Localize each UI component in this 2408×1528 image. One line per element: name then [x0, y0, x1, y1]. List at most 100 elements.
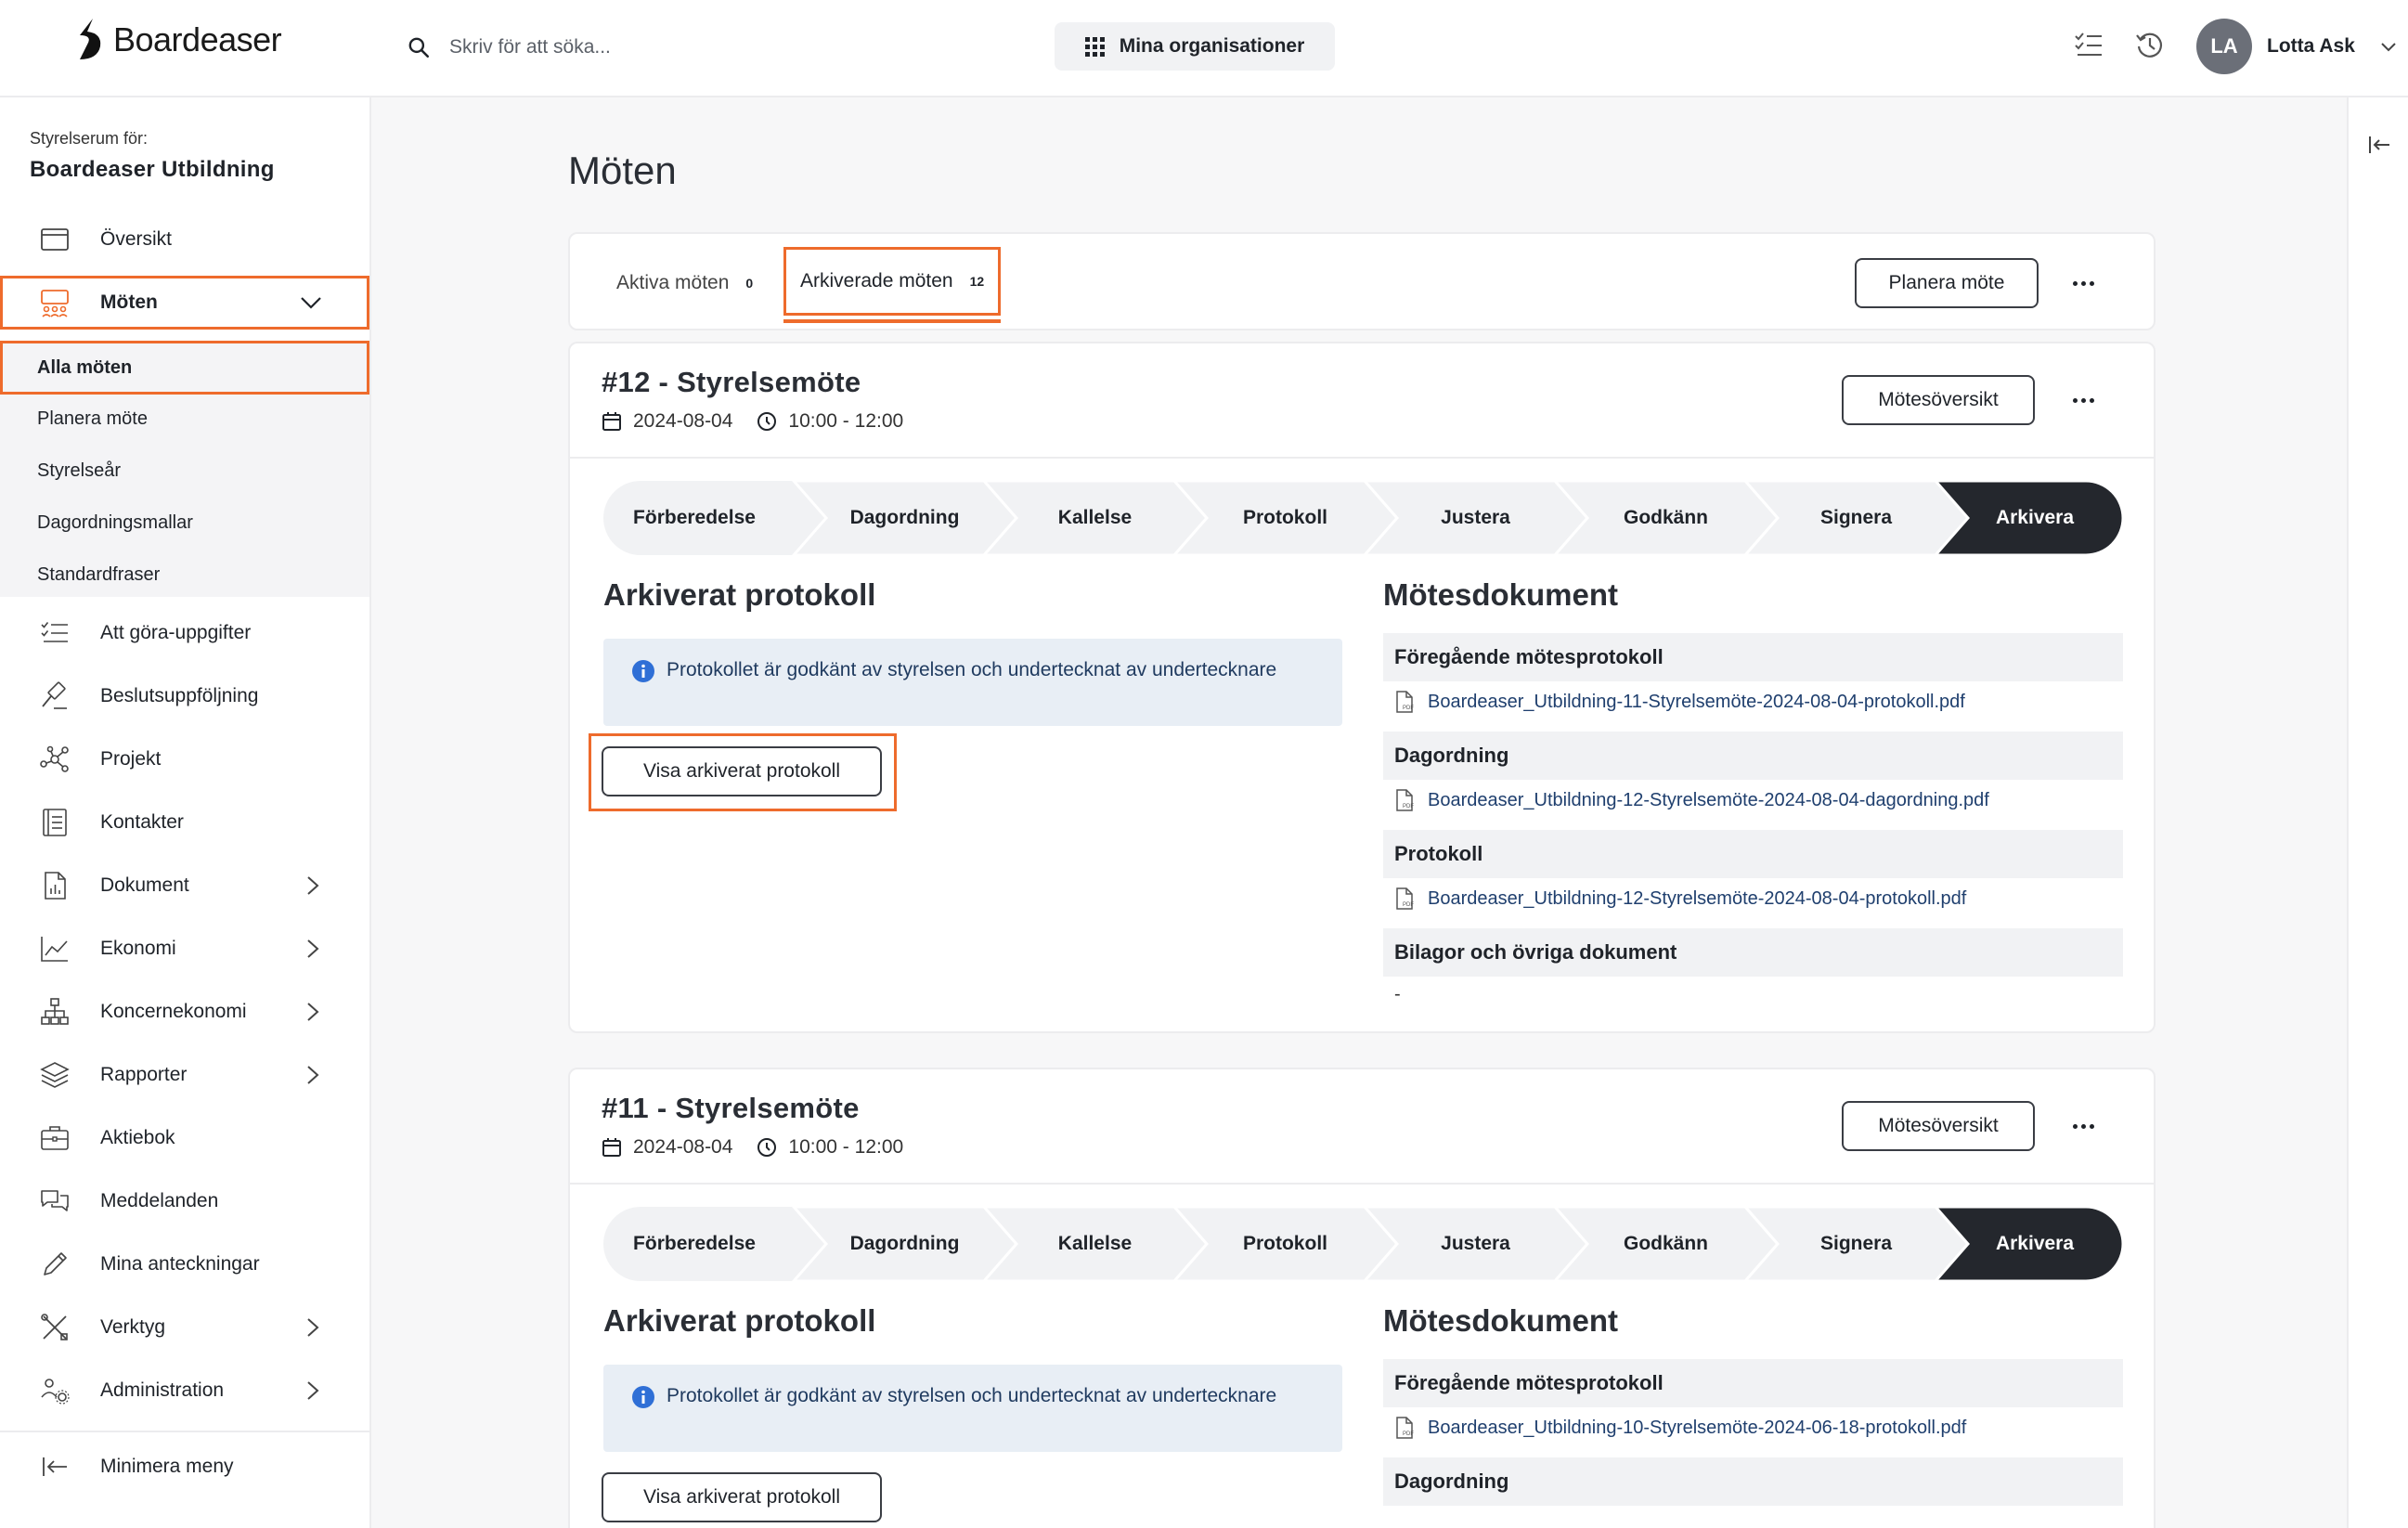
info-text: Protokollet är godkänt av styrelsen och … — [667, 1385, 1277, 1406]
network-icon — [40, 745, 69, 772]
svg-text:PDF: PDF — [1403, 804, 1414, 809]
plan-meeting-button[interactable]: Planera möte — [1855, 258, 2039, 308]
sidebar-subitem-standard-phrases[interactable]: Standardfraser — [0, 550, 369, 599]
grid-icon — [1084, 36, 1105, 57]
meeting-title: #11 - Styrelsemöte — [602, 1092, 860, 1124]
meeting-overview-button[interactable]: Mötesöversikt — [1842, 1101, 2035, 1151]
sidebar-item-finance[interactable]: Ekonomi — [0, 922, 369, 976]
user-menu[interactable]: LA Lotta Ask — [2196, 19, 2398, 74]
view-archived-protocol-button[interactable]: Visa arkiverat protokoll — [602, 1472, 882, 1522]
chevron-right-icon — [307, 1066, 319, 1084]
sidebar-item-tools[interactable]: Verktyg — [0, 1301, 369, 1354]
search-input[interactable] — [449, 36, 913, 58]
meeting-time: 10:00 - 12:00 — [788, 1136, 904, 1158]
sidebar-subitem-board-year[interactable]: Styrelseår — [0, 447, 369, 495]
sidebar-item-notes[interactable]: Mina anteckningar — [0, 1237, 369, 1291]
info-icon — [632, 660, 654, 682]
sidebar-subitem-plan-meeting[interactable]: Planera möte — [0, 395, 369, 443]
info-text: Protokollet är godkänt av styrelsen och … — [667, 659, 1277, 680]
step-sign[interactable]: Signera — [1761, 481, 1951, 555]
sidebar-item-projects[interactable]: Projekt — [0, 732, 369, 786]
sidebar-item-label: Projekt — [100, 748, 162, 770]
sidebar-item-label: Ekonomi — [100, 938, 176, 959]
pencil-icon — [44, 1252, 67, 1275]
sidebar-item-label: Beslutsuppföljning — [100, 685, 259, 706]
chevron-right-icon — [307, 876, 319, 895]
step-minutes[interactable]: Protokoll — [1190, 1207, 1380, 1281]
sidebar-item-administration[interactable]: Administration — [0, 1364, 369, 1418]
sidebar-item-contacts[interactable]: Kontakter — [0, 796, 369, 849]
sidebar-item-documents[interactable]: Dokument — [0, 859, 369, 913]
step-adjust[interactable]: Justera — [1380, 481, 1571, 555]
sidebar-item-label: Översikt — [100, 228, 173, 250]
collapse-left-icon — [43, 1457, 67, 1476]
search-icon — [408, 37, 430, 58]
tab-active-meetings[interactable]: Aktiva möten 0 — [616, 251, 753, 316]
tab-archived-meetings[interactable]: Arkiverade möten 12 — [783, 247, 1002, 323]
pdf-file-icon: PDF — [1396, 1417, 1414, 1439]
calendar-icon — [602, 1138, 621, 1157]
doc-link[interactable]: PDF Boardeaser_Utbildning-12-Styrelsemöt… — [1394, 789, 1989, 811]
meeting-progress-steps: Förberedelse Dagordning Kallelse Protoko… — [603, 1207, 2123, 1281]
sidebar-item-decisions[interactable]: Beslutsuppföljning — [0, 669, 369, 723]
my-organizations-label: Mina organisationer — [1119, 35, 1305, 57]
sidebar-item-reports[interactable]: Rapporter — [0, 1048, 369, 1102]
doc-link[interactable]: PDF Boardeaser_Utbildning-11-Styrelsemöt… — [1394, 691, 1965, 713]
sidebar-item-share-register[interactable]: Aktiebok — [0, 1111, 369, 1165]
chevron-right-icon — [307, 1003, 319, 1021]
sidebar-item-meetings[interactable]: Möten — [0, 276, 369, 330]
doc-section-previous-minutes: Föregående mötesprotokoll — [1383, 1359, 2123, 1407]
meeting-overview-button[interactable]: Mötesöversikt — [1842, 375, 2035, 425]
minimize-menu-button[interactable]: Minimera meny — [0, 1440, 369, 1494]
sidebar-item-group-finance[interactable]: Koncernekonomi — [0, 985, 369, 1039]
chat-bubbles-icon — [41, 1190, 69, 1211]
step-sign[interactable]: Signera — [1761, 1207, 1951, 1281]
chevron-right-icon — [307, 1381, 319, 1400]
view-protocol-highlight: Visa arkiverat protokoll — [589, 733, 897, 811]
tools-icon — [41, 1314, 68, 1340]
doc-link[interactable]: PDF Boardeaser_Utbildning-12-Styrelsemöt… — [1394, 887, 1966, 910]
step-agenda[interactable]: Dagordning — [809, 481, 1000, 555]
doc-section-minutes: Protokoll — [1383, 830, 2123, 878]
step-agenda[interactable]: Dagordning — [809, 1207, 1000, 1281]
step-archive[interactable]: Arkivera — [1951, 1207, 2118, 1281]
sidebar-item-tasks[interactable]: Att göra-uppgifter — [0, 606, 369, 660]
meeting-meta: 2024-08-04 10:00 - 12:00 — [602, 1136, 903, 1159]
sidebar-subitem-all-meetings[interactable]: Alla möten — [0, 341, 369, 395]
doc-section-attachments: Bilagor och övriga dokument — [1383, 928, 2123, 977]
sidebar-item-label: Minimera meny — [100, 1456, 234, 1477]
more-options-icon[interactable] — [2065, 386, 2102, 414]
step-adjust[interactable]: Justera — [1380, 1207, 1571, 1281]
line-chart-icon — [41, 937, 68, 962]
info-box: Protokollet är godkänt av styrelsen och … — [603, 1365, 1342, 1452]
doc-link[interactable]: PDF Boardeaser_Utbildning-10-Styrelsemöt… — [1394, 1417, 1966, 1439]
logo-text: Boardeaser — [113, 20, 282, 58]
clock-icon — [757, 412, 777, 431]
org-tree-icon — [41, 998, 69, 1025]
step-notice[interactable]: Kallelse — [1000, 481, 1190, 555]
logo[interactable]: Boardeaser — [74, 17, 282, 63]
sidebar-subitem-agenda-templates[interactable]: Dagordningsmallar — [0, 499, 369, 547]
step-minutes[interactable]: Protokoll — [1190, 481, 1380, 555]
briefcase-icon — [41, 1126, 69, 1150]
history-icon[interactable] — [2133, 28, 2167, 61]
step-approve[interactable]: Godkänn — [1571, 1207, 1761, 1281]
my-organizations-button[interactable]: Mina organisationer — [1055, 22, 1335, 71]
sidebar-item-label: Dokument — [100, 874, 189, 896]
info-icon — [632, 1386, 654, 1408]
step-preparation[interactable]: Förberedelse — [603, 481, 785, 555]
user-name: Lotta Ask — [2267, 35, 2355, 57]
sidebar-item-messages[interactable]: Meddelanden — [0, 1174, 369, 1228]
sidebar-item-label: Att göra-uppgifter — [100, 622, 252, 643]
more-options-icon[interactable] — [2065, 1112, 2102, 1140]
task-list-icon[interactable] — [2072, 28, 2105, 61]
step-archive[interactable]: Arkivera — [1951, 481, 2118, 555]
right-rail — [2347, 97, 2408, 1528]
step-preparation[interactable]: Förberedelse — [603, 1207, 785, 1281]
step-notice[interactable]: Kallelse — [1000, 1207, 1190, 1281]
view-archived-protocol-button[interactable]: Visa arkiverat protokoll — [602, 746, 882, 796]
collapse-left-icon[interactable] — [2367, 133, 2391, 157]
sidebar-item-overview[interactable]: Översikt — [0, 213, 369, 266]
more-options-icon[interactable] — [2065, 269, 2102, 297]
step-approve[interactable]: Godkänn — [1571, 481, 1761, 555]
